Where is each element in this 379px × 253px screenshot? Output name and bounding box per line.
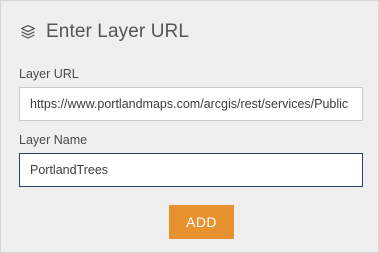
layers-icon xyxy=(19,24,36,41)
enter-layer-url-panel: Enter Layer URL Layer URL Layer Name ADD xyxy=(0,0,379,253)
layer-name-input[interactable] xyxy=(19,153,363,187)
panel-header: Enter Layer URL xyxy=(19,20,189,44)
add-button[interactable]: ADD xyxy=(169,205,234,239)
panel-title: Enter Layer URL xyxy=(46,21,190,42)
layer-url-label: Layer URL xyxy=(19,67,79,81)
layer-name-label: Layer Name xyxy=(19,133,88,147)
layer-url-input[interactable] xyxy=(19,87,363,121)
